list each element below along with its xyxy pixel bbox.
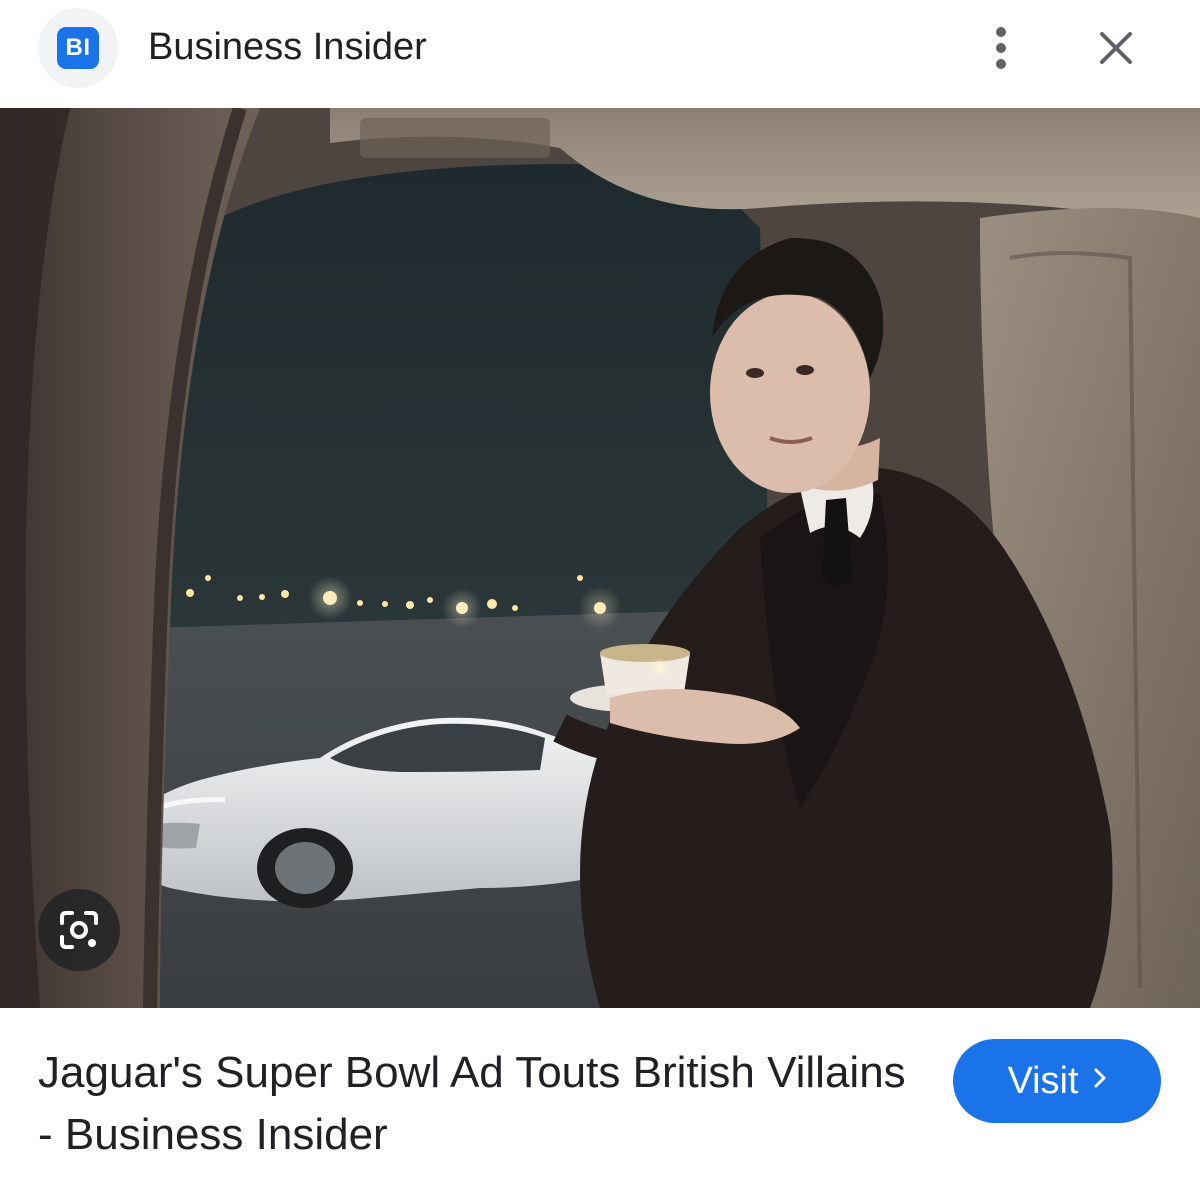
result-footer: Jaguar's Super Bowl Ad Touts British Vil… [0,1008,1200,1177]
more-vert-icon [996,27,1006,69]
close-icon [1100,32,1132,64]
lens-search-button[interactable] [38,889,120,971]
chevron-right-icon [1093,1065,1107,1095]
source-logo-badge: BI [57,27,99,69]
visit-button-label: Visit [1007,1059,1079,1102]
result-title[interactable]: Jaguar's Super Bowl Ad Touts British Vil… [38,1042,918,1166]
lens-search-icon [60,911,98,949]
visit-button[interactable]: Visit [953,1039,1161,1123]
source-name[interactable]: Business Insider [148,24,427,70]
viewer-header: BI Business Insider [0,0,1200,108]
preview-image[interactable] [0,108,1200,1008]
photo-scene [0,108,1200,1008]
source-logo: BI [38,8,118,88]
more-options-button[interactable] [976,20,1026,76]
close-button[interactable] [1088,20,1144,76]
